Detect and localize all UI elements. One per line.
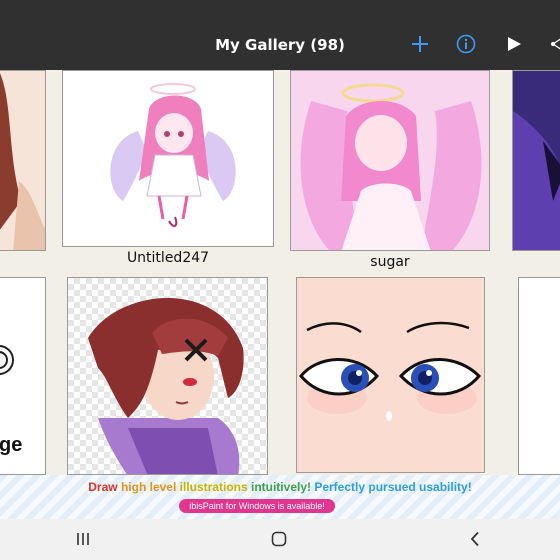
top-app-bar: My Gallery (98): [0, 0, 560, 70]
artwork-thumbnail[interactable]: [67, 277, 268, 475]
info-icon[interactable]: [454, 32, 478, 56]
ad-segment: Perfectly pursued usability!: [314, 480, 472, 494]
artwork-thumbnail[interactable]: [512, 70, 560, 251]
ad-segment: high level: [120, 480, 180, 494]
ad-headline: Draw high level illustrations intuitivel…: [0, 480, 560, 494]
artwork-gallery: Untitled247 sugar ge: [0, 70, 560, 475]
artwork-title: Untitled247: [126, 250, 210, 266]
back-icon[interactable]: [463, 529, 487, 549]
ad-segment: Draw: [88, 480, 121, 494]
ad-segment: illustrations: [179, 480, 251, 494]
home-icon[interactable]: [267, 529, 291, 549]
artwork-thumbnail[interactable]: [518, 277, 560, 475]
artwork-thumbnail[interactable]: ge: [0, 277, 46, 475]
share-icon[interactable]: [546, 32, 560, 56]
system-nav-bar: [0, 519, 560, 560]
ad-segment: intuitively!: [250, 480, 315, 494]
artwork-title: sugar: [370, 254, 410, 270]
artwork-thumbnail[interactable]: [0, 70, 46, 251]
ad-cta-button[interactable]: ibisPaint for Windows is available!: [179, 499, 335, 513]
partial-text: ge: [0, 434, 23, 456]
recent-apps-icon[interactable]: [71, 529, 95, 549]
plus-icon[interactable]: [408, 32, 432, 56]
artwork-thumbnail-sugar[interactable]: [290, 70, 490, 251]
artwork-thumbnail[interactable]: [296, 277, 485, 473]
artwork-thumbnail-untitled247[interactable]: [62, 70, 274, 247]
play-icon[interactable]: [502, 32, 526, 56]
ad-banner[interactable]: Draw high level illustrations intuitivel…: [0, 475, 560, 519]
